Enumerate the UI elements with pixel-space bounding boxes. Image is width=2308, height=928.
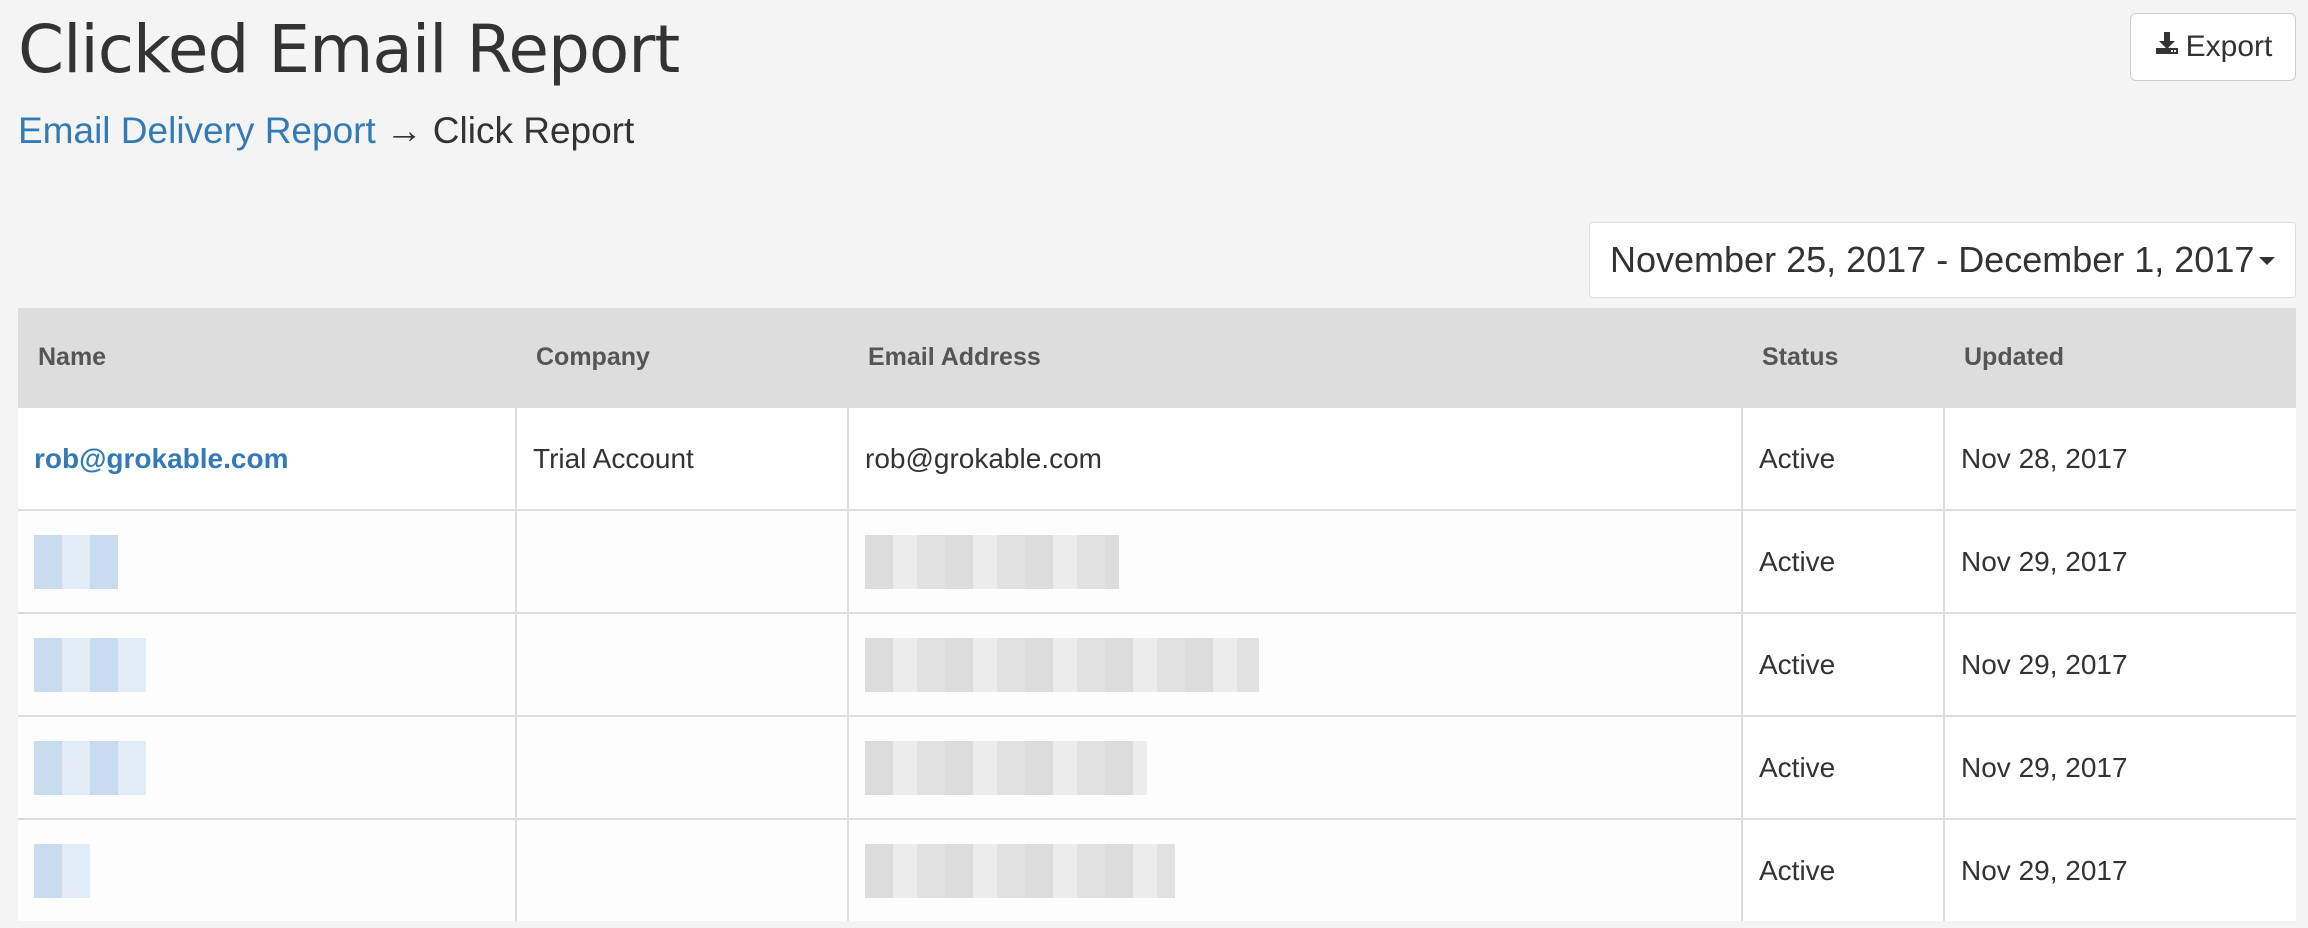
- redacted-block: [865, 534, 1119, 589]
- column-header-company[interactable]: Company: [516, 308, 848, 407]
- table-row: Active Nov 29, 2017: [18, 715, 2296, 819]
- name-cell-redacted[interactable]: [18, 509, 516, 613]
- download-icon: [2154, 30, 2186, 64]
- company-cell: Trial Account: [515, 406, 848, 510]
- email-cell-redacted: [847, 818, 1742, 921]
- email-cell-redacted: [847, 612, 1742, 716]
- company-cell-redacted: [515, 612, 848, 716]
- status-cell: Active: [1741, 715, 1944, 819]
- page-title: Clicked Email Report: [18, 11, 680, 88]
- updated-cell: Nov 29, 2017: [1943, 715, 2296, 819]
- redacted-block: [865, 843, 1175, 898]
- column-header-status[interactable]: Status: [1742, 308, 1944, 407]
- redacted-block: [34, 637, 146, 692]
- company-cell-redacted: [515, 509, 848, 613]
- table-row: rob@grokable.com Trial Account rob@groka…: [18, 406, 2296, 510]
- name-cell-redacted[interactable]: [18, 818, 516, 921]
- company-cell-redacted: [515, 818, 848, 921]
- name-cell-redacted[interactable]: [18, 715, 516, 819]
- table-row: Active Nov 29, 2017: [18, 509, 2296, 613]
- redacted-block: [34, 843, 90, 898]
- status-cell: Active: [1741, 818, 1944, 921]
- breadcrumb-email-delivery-report-link[interactable]: Email Delivery Report: [18, 110, 376, 151]
- contact-name-link[interactable]: rob@grokable.com: [34, 443, 288, 474]
- updated-cell: Nov 29, 2017: [1943, 612, 2296, 716]
- updated-cell: Nov 29, 2017: [1943, 818, 2296, 921]
- table-header-row: Name Company Email Address Status Update…: [18, 308, 2296, 407]
- table-row: Active Nov 29, 2017: [18, 612, 2296, 716]
- breadcrumb-current: Click Report: [432, 110, 635, 151]
- export-button[interactable]: Export: [2130, 13, 2296, 81]
- email-cell-redacted: [847, 509, 1742, 613]
- click-report-table: Name Company Email Address Status Update…: [18, 308, 2296, 921]
- name-cell-redacted[interactable]: [18, 612, 516, 716]
- name-cell: rob@grokable.com: [18, 406, 516, 510]
- column-header-name[interactable]: Name: [18, 308, 516, 407]
- company-cell-redacted: [515, 715, 848, 819]
- column-header-updated[interactable]: Updated: [1944, 308, 2296, 407]
- redacted-block: [865, 637, 1259, 692]
- breadcrumb-separator: →: [385, 110, 423, 151]
- breadcrumb: Email Delivery Report → Click Report: [18, 106, 634, 156]
- updated-cell: Nov 29, 2017: [1943, 509, 2296, 613]
- status-cell: Active: [1741, 509, 1944, 613]
- column-header-email[interactable]: Email Address: [848, 308, 1742, 407]
- table-row: Active Nov 29, 2017: [18, 818, 2296, 921]
- date-range-picker[interactable]: November 25, 2017 - December 1, 2017: [1589, 222, 2296, 298]
- status-cell: Active: [1741, 406, 1944, 510]
- export-label: Export: [2185, 30, 2273, 63]
- caret-down-icon: [2259, 257, 2275, 265]
- status-cell: Active: [1741, 612, 1944, 716]
- redacted-block: [34, 740, 146, 795]
- redacted-block: [865, 740, 1147, 795]
- email-cell: rob@grokable.com: [847, 406, 1742, 510]
- redacted-block: [34, 534, 118, 589]
- updated-cell: Nov 28, 2017: [1943, 406, 2296, 510]
- date-range-value: November 25, 2017 - December 1, 2017: [1610, 239, 2255, 280]
- email-cell-redacted: [847, 715, 1742, 819]
